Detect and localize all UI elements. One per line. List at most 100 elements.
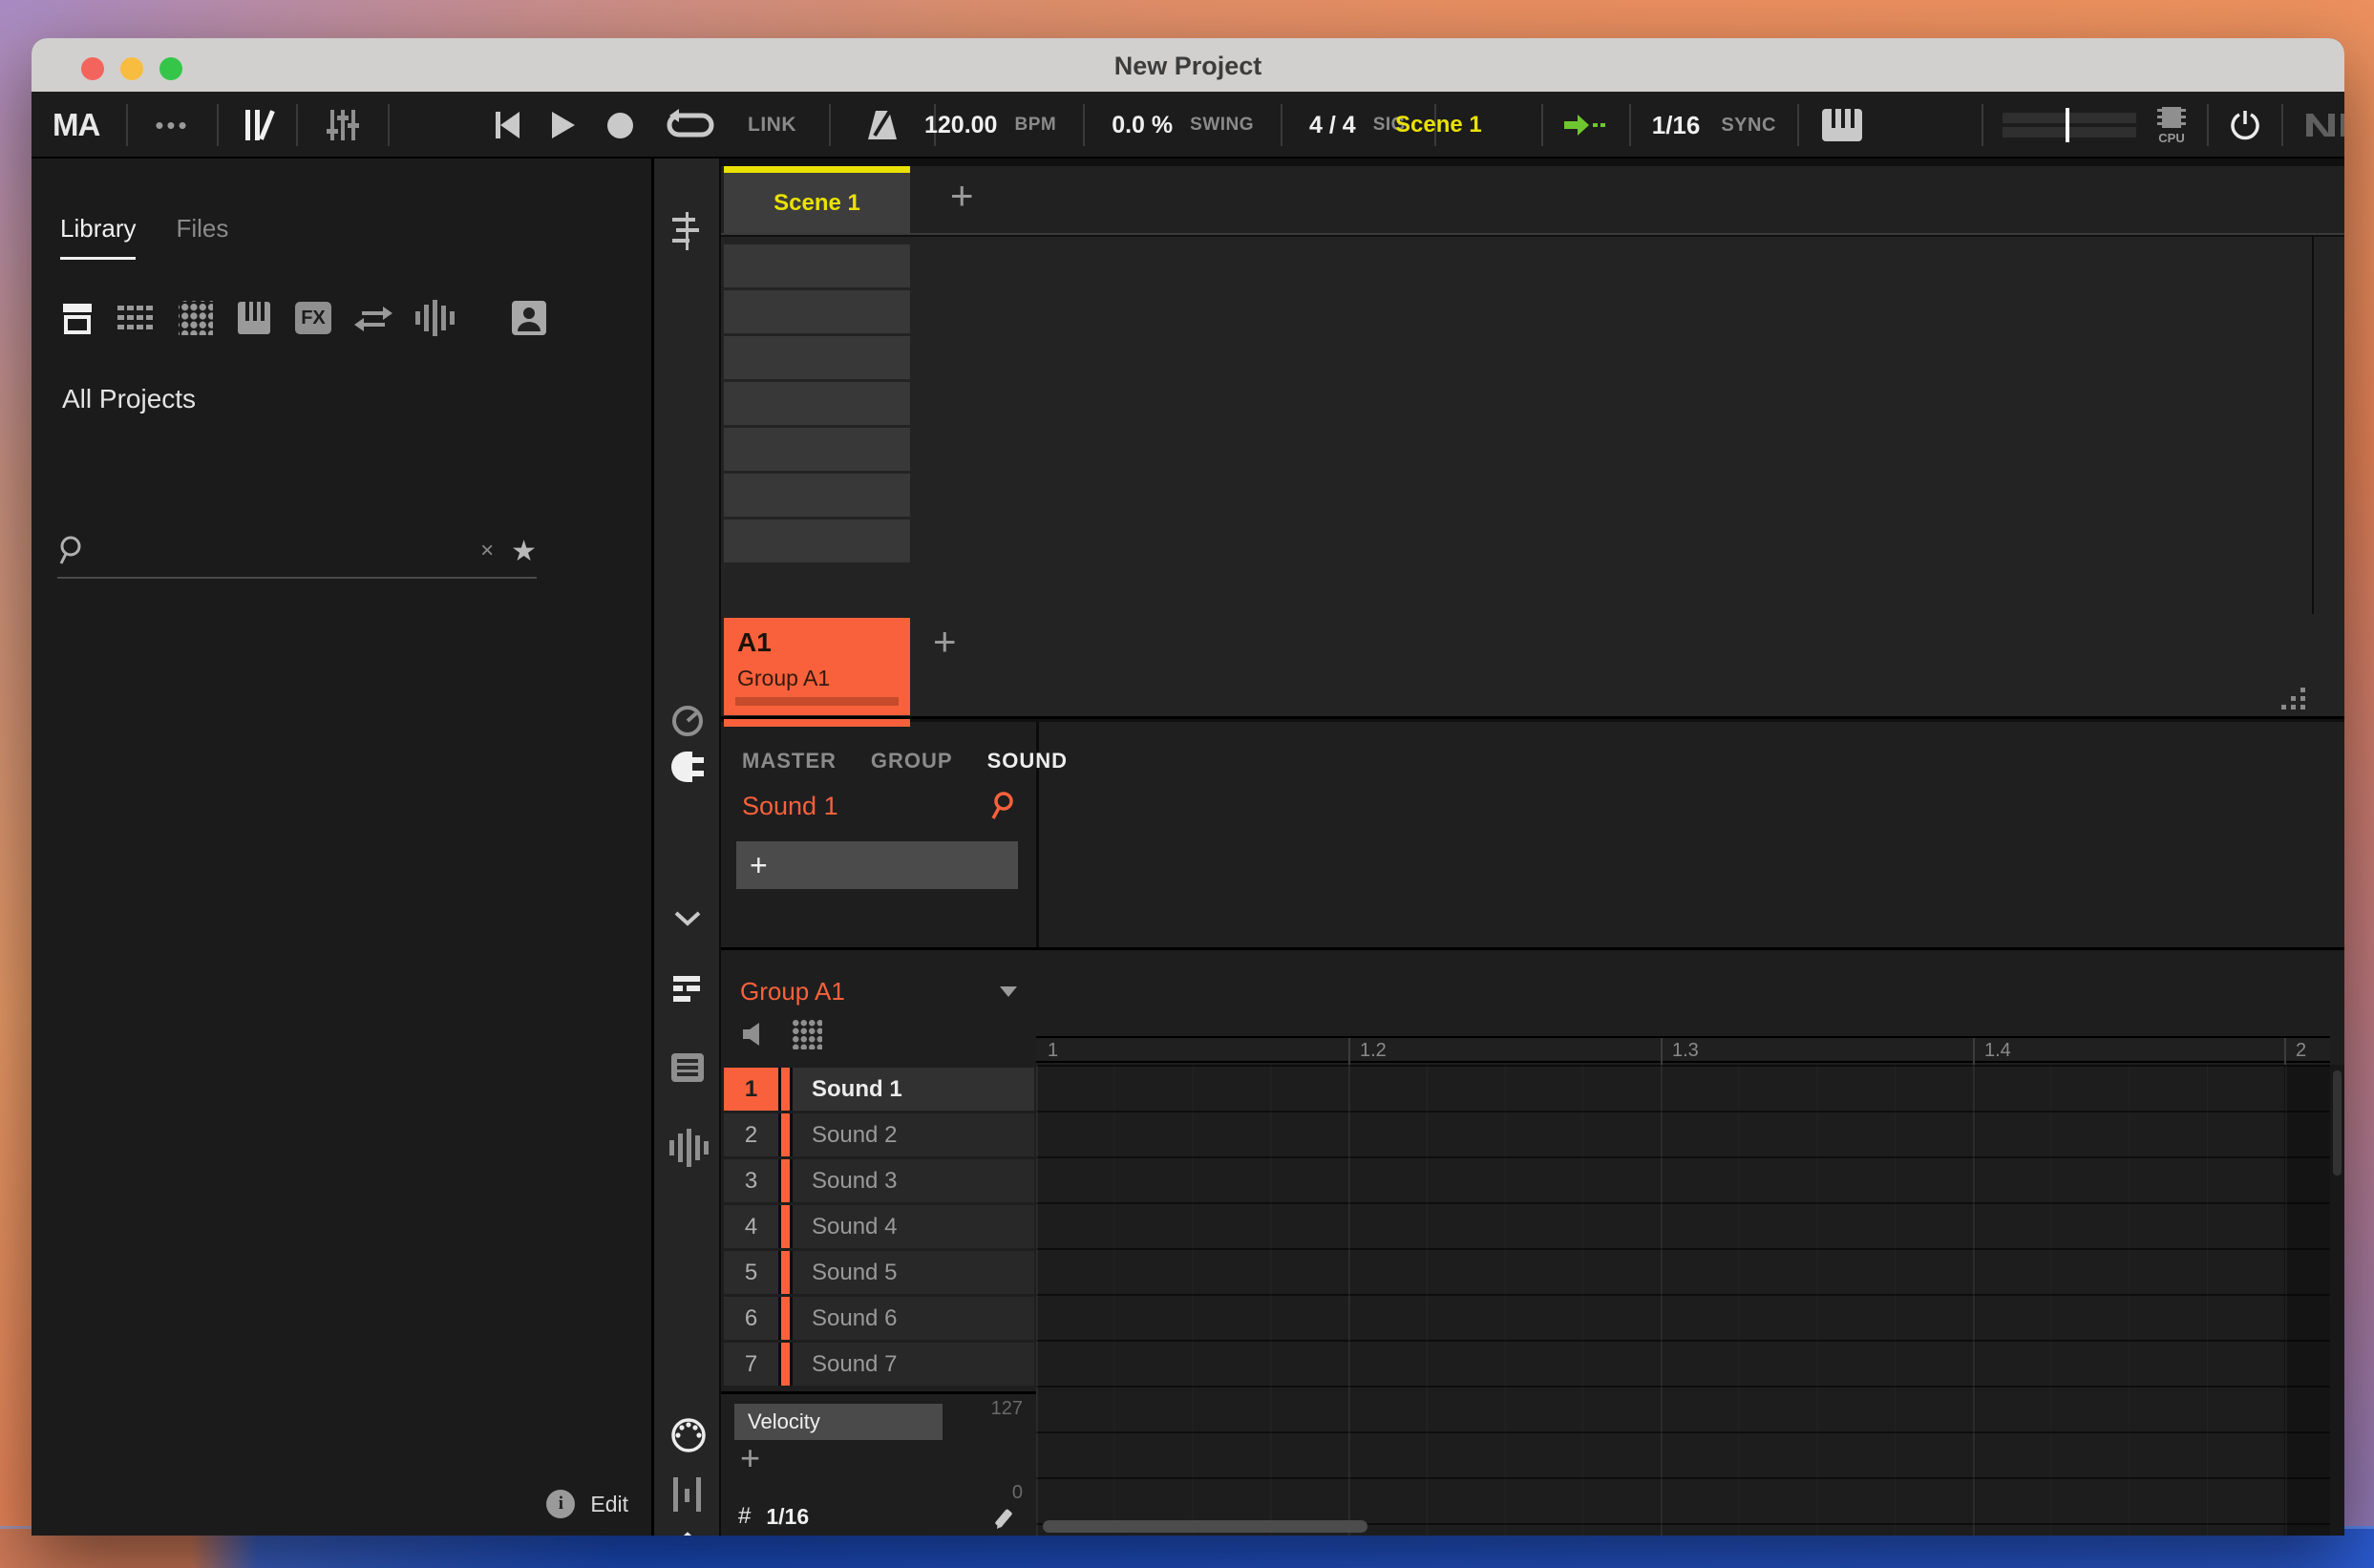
- maschine-logo[interactable]: MA: [53, 107, 100, 143]
- focused-scene[interactable]: Scene 1: [1395, 112, 1482, 138]
- lane-max-value: 127: [990, 1398, 1023, 1419]
- window-title: New Project: [1113, 52, 1262, 80]
- filter-effects-icon[interactable]: FX: [295, 302, 331, 334]
- scene-clip-slot[interactable]: [724, 336, 910, 379]
- play-button[interactable]: [552, 112, 575, 138]
- scene-clip-slot[interactable]: [724, 382, 910, 425]
- quick-browse-icon[interactable]: [988, 791, 1017, 821]
- swing-value[interactable]: 0.0 %: [1112, 112, 1173, 139]
- sound-row[interactable]: 2 Sound 2: [724, 1113, 1034, 1156]
- parameter-area: [1036, 722, 2344, 947]
- filter-sounds-icon[interactable]: [179, 301, 213, 335]
- song-view-icon[interactable]: [668, 212, 707, 250]
- clear-search-icon[interactable]: ×: [480, 538, 494, 564]
- browser-toggle-icon[interactable]: [244, 110, 275, 140]
- pad-grid-icon[interactable]: [792, 1019, 822, 1049]
- step-grid-value[interactable]: 1/16: [766, 1504, 809, 1530]
- record-button[interactable]: [607, 112, 633, 138]
- loop-icon[interactable]: [666, 109, 715, 141]
- sampler-view-icon[interactable]: [669, 1128, 709, 1168]
- view-menu-icon[interactable]: •••: [155, 111, 189, 140]
- sound-row[interactable]: 1 Sound 1: [724, 1068, 1034, 1111]
- tab-group[interactable]: GROUP: [871, 749, 953, 773]
- sound-row[interactable]: 4 Sound 4: [724, 1205, 1034, 1248]
- restart-button[interactable]: [496, 112, 519, 138]
- ruler-label: 1: [1048, 1040, 1059, 1061]
- control-lane-header: Velocity + 127 0 # 1/16: [721, 1391, 1036, 1536]
- pattern-list-icon[interactable]: [671, 1053, 704, 1082]
- master-volume-meter[interactable]: [2003, 108, 2136, 142]
- vertical-scrollbar-track[interactable]: [2330, 1065, 2344, 1536]
- user-content-icon[interactable]: [512, 301, 546, 335]
- perform-grid-value[interactable]: 1/16: [1652, 111, 1701, 140]
- group-name: Group A1: [737, 666, 831, 690]
- mixer-view-icon[interactable]: [325, 108, 361, 142]
- bpm-value[interactable]: 120.00: [924, 112, 997, 139]
- timeline-ruler[interactable]: 1 1.2 1.3 1.4 2: [1036, 1036, 2330, 1065]
- sound-row[interactable]: 5 Sound 5: [724, 1251, 1034, 1294]
- tab-sound[interactable]: SOUND: [987, 749, 1068, 773]
- group-pad-a1[interactable]: A1 Group A1: [724, 618, 910, 715]
- tab-library[interactable]: Library: [60, 214, 137, 260]
- velocity-lane-icon[interactable]: [673, 1477, 701, 1515]
- add-control-lane-button[interactable]: +: [740, 1441, 760, 1475]
- ni-logo-icon[interactable]: [2302, 110, 2344, 140]
- pattern-group-selector[interactable]: Group A1: [740, 977, 845, 1006]
- filter-projects-icon[interactable]: [60, 298, 95, 338]
- link-toggle[interactable]: LINK: [748, 114, 796, 137]
- scene-clip-slot[interactable]: [724, 290, 910, 333]
- chevron-down-icon[interactable]: [1000, 986, 1017, 997]
- pattern-strip: [654, 950, 721, 1536]
- cpu-label: CPU: [2158, 131, 2185, 145]
- filter-samples-icon[interactable]: [415, 299, 455, 337]
- sound-row[interactable]: 6 Sound 6: [724, 1297, 1034, 1340]
- sound-row[interactable]: 7 Sound 7: [724, 1343, 1034, 1386]
- scene-tab-row: Scene 1 +: [721, 166, 2344, 235]
- chevron-down-icon[interactable]: [673, 910, 702, 927]
- add-plugin-slot[interactable]: +: [736, 841, 1018, 889]
- channel-properties-icon[interactable]: [670, 704, 705, 738]
- tab-master[interactable]: MASTER: [742, 749, 837, 773]
- scene-clip-slot[interactable]: [724, 428, 910, 471]
- add-scene-button[interactable]: +: [950, 176, 974, 216]
- audio-engine-power-icon[interactable]: [2228, 108, 2262, 142]
- sound-row[interactable]: 3 Sound 3: [724, 1159, 1034, 1202]
- info-icon[interactable]: i: [546, 1490, 576, 1518]
- pattern-editor: Group A1 1 1.2 1.3 1.4 2 1 Sound 1 2 Sou…: [721, 950, 2344, 1536]
- bpm-label: BPM: [1014, 115, 1057, 135]
- audio-mute-icon[interactable]: [742, 1022, 767, 1047]
- scene-grid[interactable]: [721, 237, 2344, 614]
- metronome-icon[interactable]: [863, 109, 901, 141]
- filter-groups-icon[interactable]: [117, 305, 156, 331]
- pencil-edit-icon[interactable]: [994, 1505, 1021, 1530]
- filter-loops-icon[interactable]: [354, 302, 392, 334]
- vertical-scrollbar-thumb[interactable]: [2333, 1070, 2342, 1176]
- follow-playhead-icon[interactable]: [1563, 115, 1608, 136]
- scene-tab[interactable]: Scene 1: [724, 166, 910, 233]
- favorites-filter-icon[interactable]: ★: [511, 535, 537, 568]
- scene-clip-slot[interactable]: [724, 519, 910, 562]
- plugin-icon[interactable]: [668, 750, 710, 784]
- sound-list: 1 Sound 1 2 Sound 2 3 Sound 3 4 Sound 4 5 Sou…: [724, 1068, 1034, 1388]
- filter-instruments-icon[interactable]: [236, 300, 272, 336]
- add-group-button[interactable]: +: [933, 622, 957, 662]
- time-signature-value[interactable]: 4 / 4: [1309, 112, 1356, 139]
- scene-clip-slot[interactable]: [724, 474, 910, 517]
- group-row: A1 Group A1 +: [721, 614, 2344, 719]
- sound-name-field[interactable]: Sound 1: [742, 792, 838, 821]
- resize-grip-icon[interactable]: [2281, 688, 2306, 710]
- search-input[interactable]: [101, 538, 464, 564]
- midi-events-icon[interactable]: [669, 1416, 708, 1454]
- keyboard-icon[interactable]: [1820, 107, 1864, 143]
- scene-clip-slot[interactable]: [724, 244, 910, 287]
- horizontal-scrollbar-thumb[interactable]: [1043, 1520, 1367, 1533]
- chevron-up-icon[interactable]: [673, 1531, 702, 1536]
- cpu-meter-icon: CPU: [2155, 105, 2188, 145]
- perform-grid-label: SYNC: [1721, 114, 1776, 136]
- arrange-view-icon[interactable]: [671, 973, 704, 1006]
- control-lane-selector[interactable]: Velocity: [734, 1404, 943, 1440]
- scene-scrollbar-track[interactable]: [2312, 237, 2314, 614]
- tab-files[interactable]: Files: [176, 214, 228, 260]
- pattern-grid-canvas[interactable]: [1036, 1065, 2330, 1536]
- edit-button[interactable]: Edit: [590, 1492, 628, 1517]
